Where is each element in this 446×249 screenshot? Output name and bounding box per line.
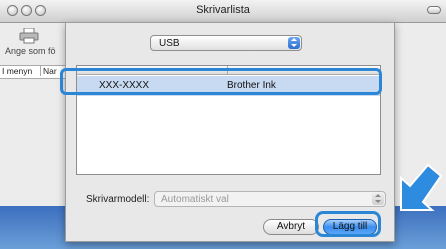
pointer-arrow-icon (400, 163, 443, 211)
